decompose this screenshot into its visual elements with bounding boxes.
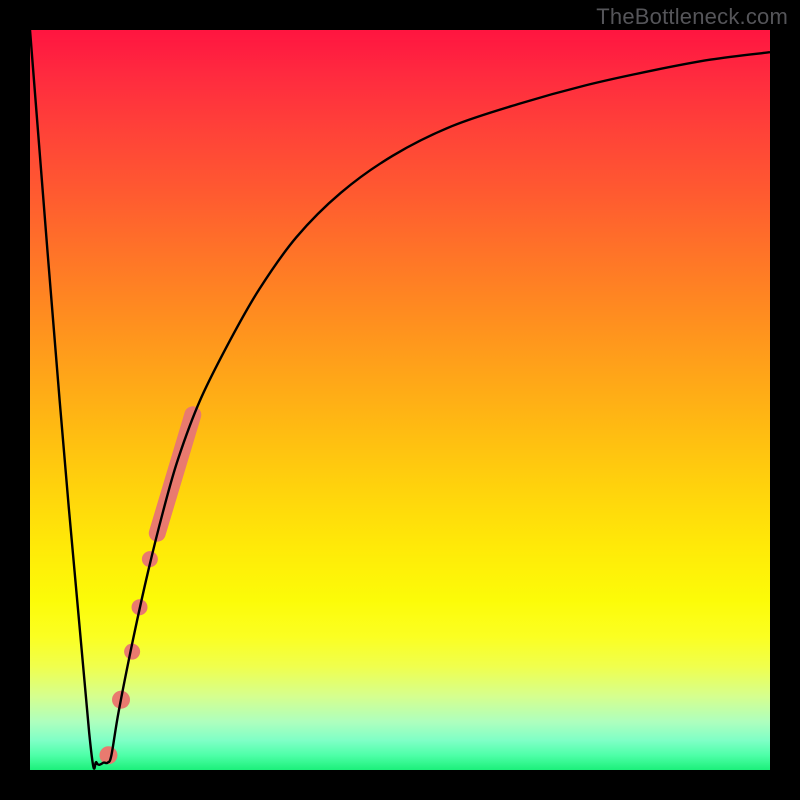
bottleneck-curve <box>30 30 770 769</box>
chart-frame: TheBottleneck.com <box>0 0 800 800</box>
chart-svg <box>30 30 770 770</box>
highlight-layer <box>99 415 192 764</box>
watermark-text: TheBottleneck.com <box>596 4 788 30</box>
plot-area <box>30 30 770 770</box>
